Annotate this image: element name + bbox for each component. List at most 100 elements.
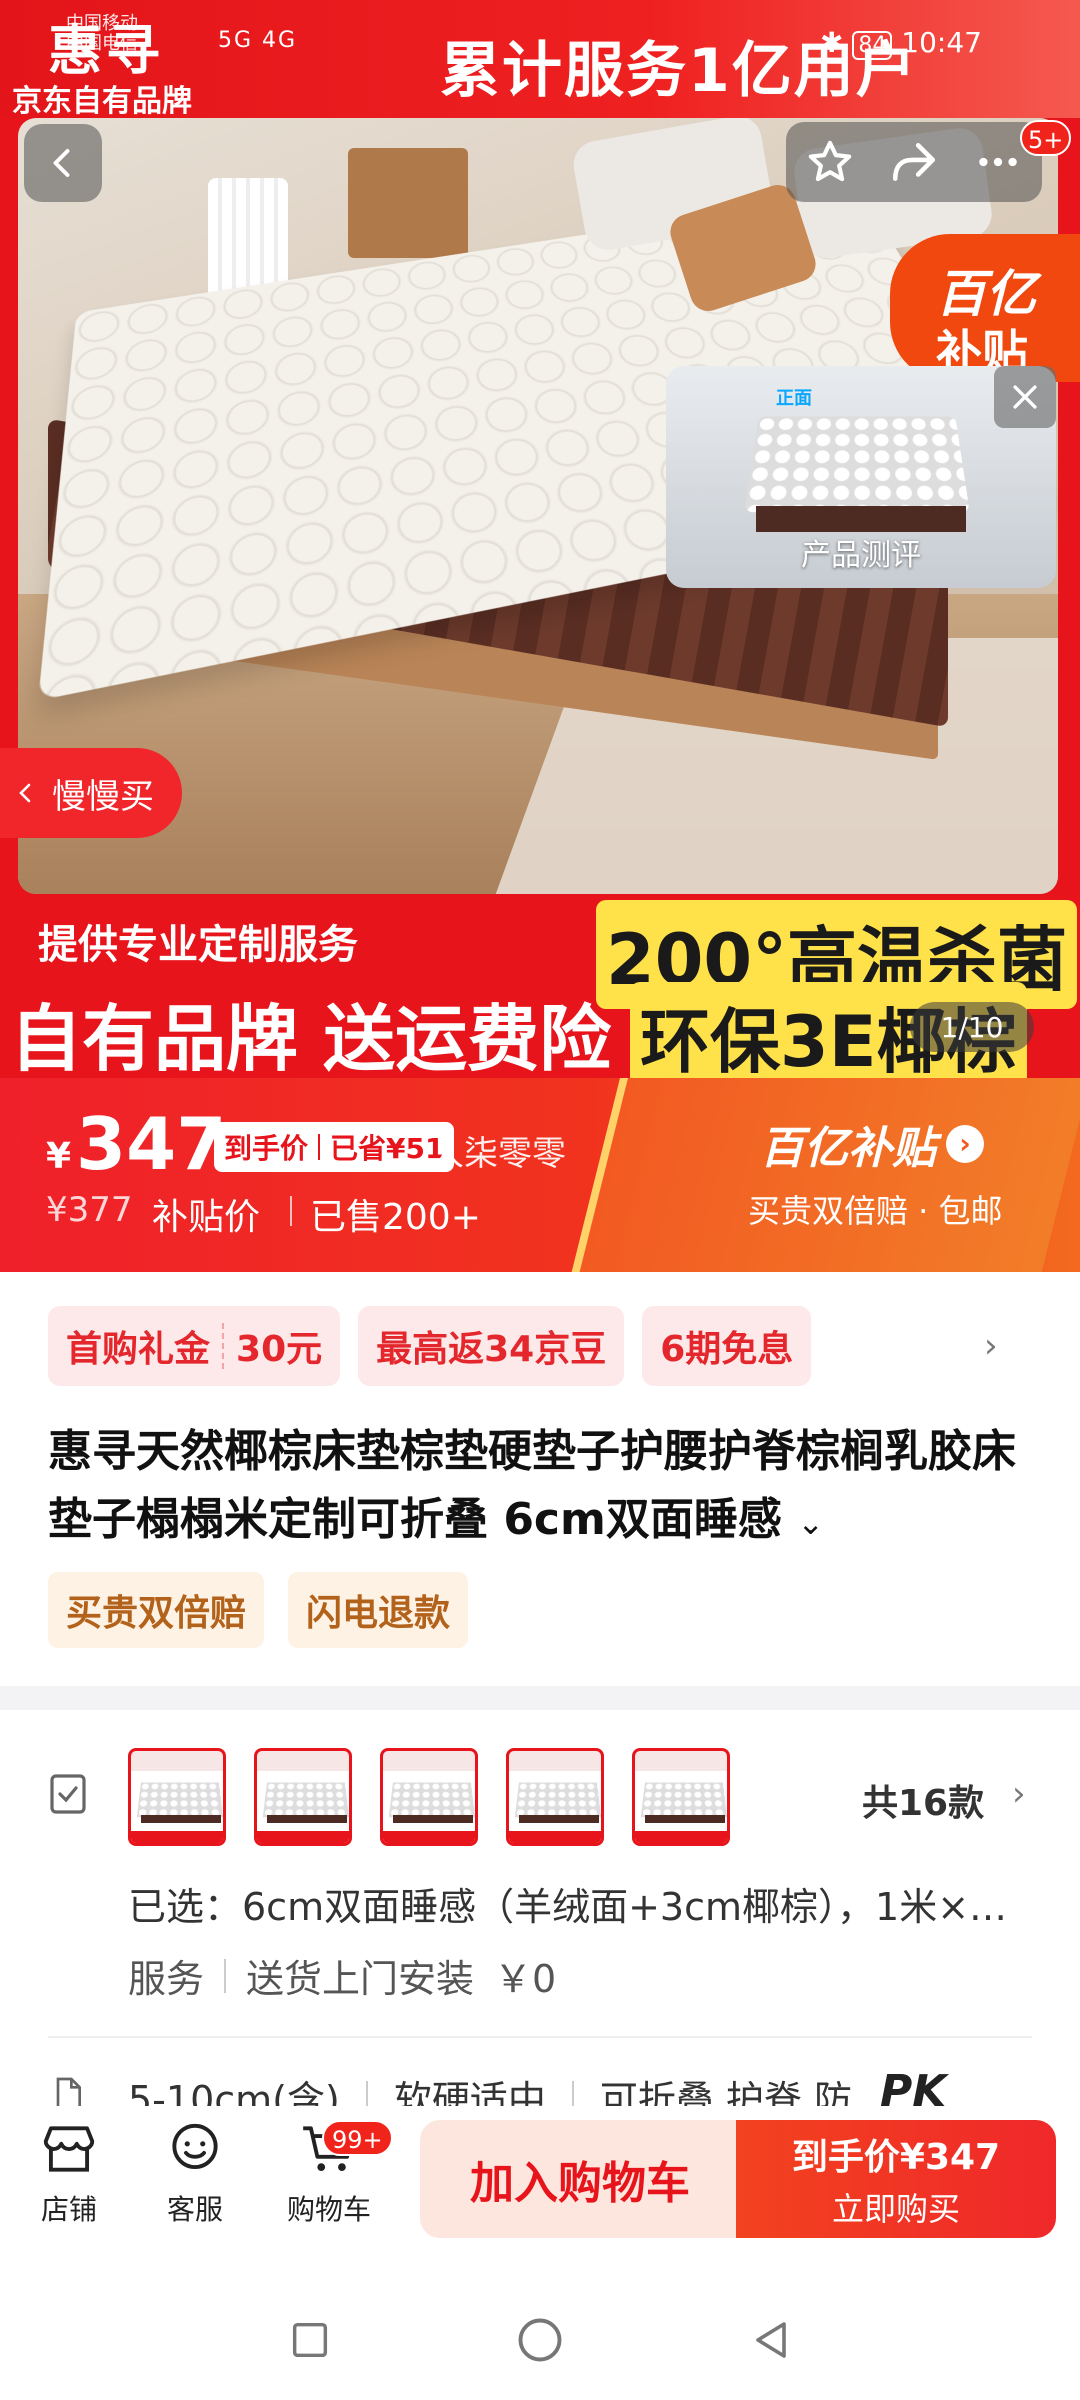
coupon-more-arrow[interactable]: › <box>984 1326 998 1366</box>
carrier-line-1: 中国移动 <box>66 13 138 34</box>
triangle-back-icon <box>756 2322 786 2358</box>
variant-thumbnail[interactable] <box>380 1748 478 1846</box>
thumb-mattress <box>388 1782 475 1818</box>
share-icon <box>892 143 936 181</box>
cart-label: 购物车 <box>286 2193 371 2226</box>
customer-service-button[interactable]: 客服 <box>140 2118 250 2238</box>
product-title[interactable]: 惠寻天然椰棕床垫棕垫硬垫子护腰护脊棕榈乳胶床垫子榻榻米定制可折叠 6cm双面睡感… <box>48 1418 1048 1557</box>
variant-total-count[interactable]: 共16款 <box>862 1774 984 1826</box>
hand-price-tag: 到手价 已省¥51 <box>214 1122 455 1172</box>
service-tag-fast-refund[interactable]: 闪电退款 <box>288 1572 469 1648</box>
service-tag-price-protect[interactable]: 买贵双倍赔 <box>48 1572 265 1648</box>
carrier-line-2: 中国电信 <box>66 33 138 54</box>
original-price: ¥377 <box>46 1190 133 1230</box>
hand-price-saved: 已省¥51 <box>330 1132 445 1165</box>
coupon-installment[interactable]: 6期免息 <box>642 1306 812 1386</box>
variant-thumbnail[interactable] <box>128 1748 226 1846</box>
thumb-banner <box>131 1831 223 1843</box>
notification-badge: 5+ <box>1020 120 1072 156</box>
circle-icon <box>518 2318 562 2362</box>
buy-now-button[interactable]: 到手价¥347 立即购买 <box>736 2120 1056 2238</box>
yi-subsidy-corner-badge: 百亿 补贴 <box>890 234 1080 382</box>
photo-nightstand <box>348 148 468 258</box>
service-tag-row: 买贵双倍赔 闪电退款 <box>48 1572 469 1648</box>
back-nav-button[interactable] <box>742 2312 798 2368</box>
review-card-thumbnail <box>744 416 970 513</box>
slow-buy-label: 慢慢买 <box>52 776 154 817</box>
recent-apps-button[interactable] <box>282 2312 338 2368</box>
thumb-banner <box>257 1831 349 1843</box>
thumb-mattress-side <box>519 1815 599 1823</box>
delivery-service-row[interactable]: 服务 送货上门安装 ￥0 <box>128 1948 556 2003</box>
close-icon <box>1013 385 1037 409</box>
top-action-group <box>786 122 1042 202</box>
price-amount: 347 <box>76 1102 227 1186</box>
customer-service-label: 客服 <box>166 2193 223 2226</box>
share-button[interactable] <box>872 122 956 202</box>
status-signal: 5G 4G <box>218 28 298 53</box>
slow-buy-button[interactable]: 慢慢买 <box>0 748 182 838</box>
coupon-label: 6期免息 <box>660 1329 794 1370</box>
favorite-button[interactable] <box>788 122 872 202</box>
thumb-mattress-side <box>267 1815 347 1823</box>
checklist-icon <box>50 1774 86 1814</box>
hand-price-separator <box>318 1134 321 1160</box>
close-review-card-button[interactable] <box>994 366 1056 428</box>
review-card-tag: 正面 <box>776 388 812 409</box>
buyers-text: 人柒零零 <box>430 1134 566 1174</box>
chevron-right-icon: › <box>946 1125 984 1163</box>
chevron-down-icon: ⌄ <box>797 1504 825 1542</box>
cart-count-badge: 99+ <box>322 2120 393 2156</box>
service-divider <box>224 1958 227 1993</box>
carousel-page-indicator: 1/10 <box>910 1002 1034 1052</box>
buy-now-price: 到手价¥347 <box>791 2137 1001 2178</box>
thumb-mattress-side <box>141 1815 221 1823</box>
service-price: ￥0 <box>494 1957 557 2001</box>
promo-slogan-brand: 自有品牌 送运费险 <box>10 997 612 1078</box>
store-button[interactable]: 店铺 <box>14 2118 124 2238</box>
home-button[interactable] <box>512 2312 568 2368</box>
thumb-mattress-side <box>393 1815 473 1823</box>
chevron-right-icon[interactable]: › <box>1012 1774 1026 1814</box>
coupon-label: 最高返34京豆 <box>376 1329 607 1370</box>
store-label: 店铺 <box>40 2193 97 2226</box>
price-currency: ¥ <box>46 1136 72 1177</box>
coupon-jingdou[interactable]: 最高返34京豆 <box>358 1306 625 1386</box>
chevron-left-icon <box>53 149 70 177</box>
product-title-text: 惠寻天然椰棕床垫棕垫硬垫子护腰护脊棕榈乳胶床垫子榻榻米定制可折叠 6cm双面睡感 <box>48 1426 1016 1545</box>
chevron-left-icon <box>19 783 31 803</box>
star-icon <box>808 140 852 182</box>
thumb-mattress-side <box>645 1815 725 1823</box>
add-to-cart-button[interactable]: 加入购物车 <box>420 2120 740 2238</box>
status-time: 10:47 <box>901 26 982 59</box>
sold-separator <box>290 1196 292 1226</box>
coupon-divider <box>222 1323 225 1369</box>
selected-variant[interactable]: 已选：6cm双面睡感（羊绒面+3cm椰棕），1米×… <box>128 1876 1068 1931</box>
coupon-first-purchase[interactable]: 首购礼金 30元 <box>48 1306 341 1386</box>
yi-subsidy-title[interactable]: 百亿补贴 › <box>760 1112 984 1176</box>
row-divider <box>48 2036 1032 2038</box>
store-icon <box>43 2126 95 2172</box>
section-divider <box>0 1686 1080 1710</box>
thumb-banner <box>509 1831 601 1843</box>
thumb-mattress <box>514 1782 601 1818</box>
variant-thumbnails[interactable] <box>128 1748 730 1846</box>
yi-subsidy-title-text: 百亿补贴 <box>760 1123 936 1174</box>
subsidy-price-label: 补贴价 <box>152 1197 261 1238</box>
more-icon <box>979 157 1017 167</box>
coupon-row: 首购礼金 30元 最高返34京豆 6期免息 <box>48 1306 812 1386</box>
variant-thumbnail[interactable] <box>254 1748 352 1846</box>
battery-level: 84 <box>852 31 893 60</box>
sold-count: 已售200+ <box>310 1197 481 1238</box>
variant-thumbnail[interactable] <box>632 1748 730 1846</box>
status-carrier: 中国移动 中国电信 <box>66 14 138 54</box>
product-image-carousel[interactable]: 惠寻 京东自有品牌 累计服务1亿用户 中国移动 中国电信 5G 4G ✱ 84 … <box>0 0 1080 1078</box>
hand-price-label: 到手价 <box>224 1132 309 1165</box>
coupon-value: 30元 <box>236 1329 323 1370</box>
thumb-banner <box>383 1831 475 1843</box>
variant-thumbnail[interactable] <box>506 1748 604 1846</box>
service-value: 送货上门安装 <box>246 1957 475 2001</box>
status-right: ✱ 84 10:47 <box>820 26 982 60</box>
back-button[interactable] <box>24 124 102 202</box>
thumb-banner <box>635 1831 727 1843</box>
